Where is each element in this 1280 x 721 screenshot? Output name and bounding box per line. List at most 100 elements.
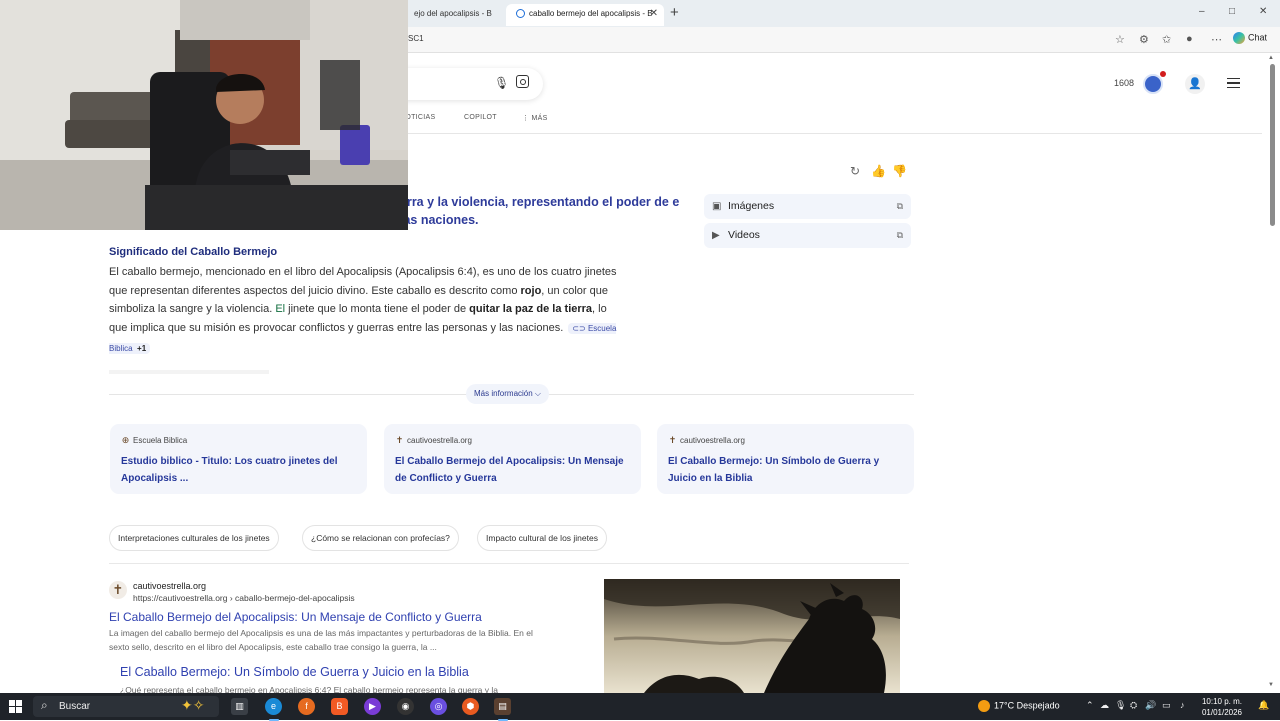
close-window-button[interactable]: ✕ (1259, 6, 1267, 17)
source-card[interactable]: ⊕ Escuela Biblica Estudio biblico - Titul… (110, 424, 367, 494)
result-sublink[interactable]: El Caballo Bermejo: Un Símbolo de Guerra… (120, 665, 469, 679)
webcam-overlay-image (0, 0, 408, 230)
card-source: ✝ cautivoestrella.org (668, 435, 745, 446)
thumbs-down-icon[interactable]: 👎 (892, 164, 907, 178)
search-icon: ⌕ (41, 698, 48, 712)
account-icon[interactable]: 👤 (1185, 74, 1205, 94)
notification-icon[interactable]: 🔔 (1258, 700, 1269, 711)
card-title[interactable]: El Caballo Bermejo del Apocalipsis: Un M… (395, 453, 627, 487)
scroll-down-icon[interactable]: ▼ (1268, 682, 1274, 688)
card-source-label: cautivoestrella.org (680, 436, 745, 445)
result-description: La imagen del caballo bermejo del Apocal… (109, 628, 533, 652)
taskbar-search-box[interactable]: ⌕ Buscar ✦✧ (33, 696, 219, 717)
tray-app-icon-2[interactable]: ⛭ (1130, 700, 1137, 711)
rewards-points[interactable]: 1608 (1114, 78, 1134, 88)
card-source: ✝ cautivoestrella.org (395, 435, 472, 446)
videos-link[interactable]: ▶ Videos ⧉ (704, 223, 911, 248)
play-icon: ▶ (712, 230, 720, 241)
horse-illustration-image[interactable] (604, 579, 900, 693)
external-link-icon: ⧉ (896, 230, 903, 240)
videos-label: Videos (728, 229, 760, 241)
app-icon[interactable]: ◎ (430, 698, 447, 715)
paragraph-highlight: El (275, 303, 286, 316)
thumbs-up-icon[interactable]: 👍 (871, 164, 886, 178)
cross-favicon-icon: ✝ (668, 435, 677, 445)
search-box[interactable]: 🎙 (400, 68, 543, 100)
clock[interactable]: 10:10 p. m. 01/01/2026 (1200, 696, 1242, 718)
close-tab-icon[interactable]: ✕ (650, 4, 658, 24)
task-view-icon[interactable]: ▥ (231, 698, 248, 715)
answer-headline: erra y la violencia, representando el po… (400, 195, 680, 227)
source-more-count: +1 (137, 343, 147, 353)
start-quad (16, 707, 22, 713)
chat-label: Chat (1248, 32, 1268, 43)
maximize-button[interactable]: □ (1229, 6, 1235, 17)
obs-icon[interactable]: ◉ (397, 698, 414, 715)
result-url[interactable]: https://cautivoestrella.org › caballo-be… (133, 593, 355, 603)
brave-icon[interactable]: B (331, 698, 348, 715)
taskbar-search-label: Buscar (59, 701, 91, 712)
network-icon[interactable]: ▭ (1162, 700, 1171, 711)
app-icon-2[interactable]: ⬢ (462, 698, 479, 715)
images-link[interactable]: ▣ Imágenes ⧉ (704, 194, 911, 219)
result-site-name[interactable]: cautivoestrella.org (133, 581, 206, 591)
clock-date: 01/01/2026 (1201, 708, 1242, 717)
paragraph-bold: quitar la paz de la tierra (469, 303, 593, 316)
volume-icon[interactable]: 🔊 (1145, 700, 1156, 711)
suggestion-chip[interactable]: Impacto cultural de los jinetes (477, 525, 607, 551)
image-icon: ▣ (712, 201, 722, 212)
suggestion-chip[interactable]: Interpretaciones culturales de los jinet… (109, 525, 279, 551)
more-info-button[interactable]: Más información ⌵ (466, 384, 549, 404)
media-player-icon[interactable]: ▶ (364, 698, 381, 715)
tab-more[interactable]: ⋮ MÁS (522, 114, 548, 122)
favorites-icon[interactable]: ✩ (1162, 33, 1171, 46)
tray-app-icon[interactable]: ☁ (1100, 700, 1109, 711)
card-source-label: cautivoestrella.org (407, 436, 472, 445)
firefox-icon[interactable]: f (298, 698, 315, 715)
tab-label: ejo del apocalipsis - B (414, 9, 492, 18)
edge-browser-icon[interactable]: e (265, 698, 282, 721)
section-title: Significado del Caballo Bermejo (109, 246, 278, 258)
refresh-icon[interactable]: ↻ (850, 164, 860, 178)
copilot-chat-button[interactable]: Chat (1233, 32, 1267, 44)
app-icon-3[interactable]: ▤ (494, 698, 511, 721)
weather-widget[interactable]: 17°C Despejado (978, 700, 1060, 712)
microphone-icon[interactable]: 🎙 (494, 76, 509, 90)
url-field[interactable]: SC1 (408, 34, 424, 43)
bing-tab-icon (516, 9, 525, 19)
card-title[interactable]: Estudio biblico - Titulo: Los cuatro jin… (121, 453, 353, 487)
minimize-button[interactable]: – (1199, 6, 1205, 17)
tab-copilot[interactable]: COPILOT (464, 114, 497, 121)
paragraph-text: jinete que lo monta tiene el poder de (285, 303, 470, 316)
answer-paragraph: El caballo bermejo, mencionado en el lib… (109, 263, 624, 359)
extensions-icon[interactable]: ⚙ (1139, 33, 1149, 46)
scroll-up-icon[interactable]: ▲ (1268, 55, 1274, 61)
windows-start-icon[interactable] (9, 700, 22, 713)
card-title[interactable]: El Caballo Bermejo: Un Símbolo de Guerra… (668, 453, 900, 487)
source-card[interactable]: ✝ cautivoestrella.org El Caballo Bermejo:… (657, 424, 914, 494)
cross-favicon-icon: ✝ (395, 435, 404, 445)
more-menu-icon[interactable]: ⋯ (1211, 33, 1222, 46)
new-tab-button[interactable]: + (670, 4, 679, 22)
webcam-scene-svg (0, 0, 408, 230)
hamburger-menu-icon[interactable] (1227, 78, 1240, 88)
result-title-link[interactable]: El Caballo Bermejo del Apocalipsis: Un M… (109, 610, 482, 624)
external-link-icon: ⧉ (896, 201, 903, 211)
tray-overflow-icon[interactable]: ⌃ (1086, 700, 1094, 711)
source-card[interactable]: ✝ cautivoestrella.org El Caballo Bermejo … (384, 424, 641, 494)
suggestion-chip[interactable]: ¿Cómo se relacionan con profecías? (302, 525, 459, 551)
link-icon: ⊂⊃ (572, 324, 588, 334)
browser-tab-2-active[interactable]: caballo bermejo del apocalipsis - B ✕ (506, 4, 664, 26)
microphone-tray-icon[interactable]: 🎙 (1115, 700, 1126, 711)
favorite-star-icon[interactable]: ☆ (1115, 33, 1125, 46)
search-highlight-icon: ✦✧ (181, 697, 205, 713)
visual-search-icon[interactable] (516, 75, 529, 88)
rewards-badge-icon[interactable] (1143, 71, 1166, 94)
clock-time: 10:10 p. m. (1201, 697, 1242, 706)
scrollbar-thumb[interactable] (1270, 64, 1275, 226)
windows-taskbar: ⌕ Buscar ✦✧ ▥ e f B ▶ ◉ ◎ ⬢ ▤ 17°C Despe… (0, 693, 1280, 721)
speaker-icon[interactable]: ♪ (1180, 700, 1185, 710)
profile-icon[interactable]: ● (1186, 33, 1193, 45)
browser-tab-1[interactable]: ejo del apocalipsis - B (404, 4, 504, 26)
copilot-logo-icon (1233, 32, 1245, 44)
